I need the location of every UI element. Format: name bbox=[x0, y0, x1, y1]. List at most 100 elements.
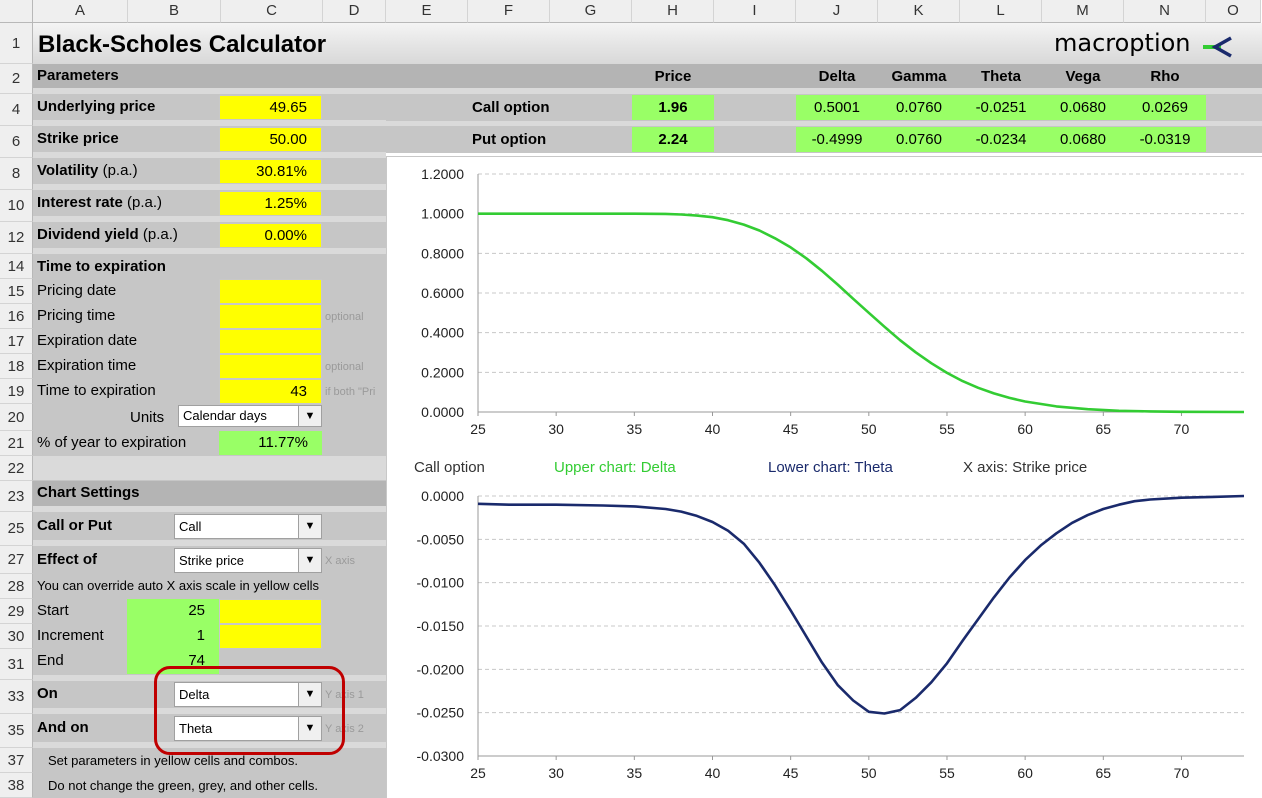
column-header-M[interactable]: M bbox=[1042, 0, 1124, 23]
vega-header: Vega bbox=[1065, 68, 1101, 85]
column-header-K[interactable]: K bbox=[878, 0, 960, 23]
select-all-corner[interactable] bbox=[0, 0, 33, 23]
expiration-time-label: Expiration time bbox=[37, 357, 137, 374]
y-tick-label: 0.4000 bbox=[421, 325, 464, 341]
upper-delta-chart[interactable]: 0.0000 0.2000 0.4000 0.6000 0.8000 1.0000 1.20… bbox=[386, 156, 1262, 456]
call-option-label: Call option bbox=[472, 99, 550, 116]
x-tick-label: 30 bbox=[548, 765, 564, 781]
row-header-6[interactable]: 6 bbox=[0, 126, 33, 158]
column-header-B[interactable]: B bbox=[128, 0, 221, 23]
column-header-A[interactable]: A bbox=[33, 0, 128, 23]
row-header-12[interactable]: 12 bbox=[0, 222, 33, 254]
row-header-8[interactable]: 8 bbox=[0, 158, 33, 190]
row-header-28[interactable]: 28 bbox=[0, 574, 33, 599]
dividend-yield-input[interactable]: 0.00% bbox=[219, 223, 322, 248]
interest-rate-label: Interest rate (p.a.) bbox=[37, 194, 163, 211]
call-or-put-select[interactable]: Call ▼ bbox=[174, 514, 322, 539]
column-header-O[interactable]: O bbox=[1206, 0, 1261, 23]
series-line bbox=[478, 212, 1245, 414]
row-header-35[interactable]: 35 bbox=[0, 714, 33, 748]
row-header-19[interactable]: 19 bbox=[0, 379, 33, 404]
pct-year-value: 11.77% bbox=[219, 431, 322, 455]
row-header-23[interactable]: 23 bbox=[0, 481, 33, 512]
row-header-14[interactable]: 14 bbox=[0, 254, 33, 279]
volatility-label: Volatility (p.a.) bbox=[37, 162, 138, 179]
interest-rate-input[interactable]: 1.25% bbox=[219, 191, 322, 216]
x-tick-label: 65 bbox=[1096, 421, 1112, 437]
lower-theta-chart[interactable]: -0.0300 -0.0250 -0.0200 -0.0150 -0.0100 -0.00… bbox=[386, 480, 1262, 798]
y-tick-label: -0.0100 bbox=[417, 575, 465, 591]
row-header-38[interactable]: 38 bbox=[0, 773, 33, 798]
row-header-27[interactable]: 27 bbox=[0, 546, 33, 574]
row-header-18[interactable]: 18 bbox=[0, 354, 33, 379]
expiration-date-input[interactable] bbox=[219, 329, 322, 354]
y-tick-label: -0.0300 bbox=[417, 748, 465, 764]
strike-input[interactable]: 50.00 bbox=[219, 127, 322, 152]
call-price: 1.96 bbox=[632, 95, 714, 120]
put-vega: 0.0680 bbox=[1042, 127, 1124, 152]
row-header-1[interactable]: 1 bbox=[0, 23, 33, 64]
x-tick-label: 55 bbox=[939, 421, 955, 437]
column-header-L[interactable]: L bbox=[960, 0, 1042, 23]
units-select[interactable]: Calendar days ▼ bbox=[178, 405, 322, 427]
column-header-H[interactable]: H bbox=[632, 0, 714, 23]
row-header-16[interactable]: 16 bbox=[0, 304, 33, 329]
call-or-put-label: Call or Put bbox=[37, 517, 113, 534]
pricing-time-input[interactable] bbox=[219, 304, 322, 329]
column-header-F[interactable]: F bbox=[468, 0, 550, 23]
increment-override-input[interactable] bbox=[219, 624, 322, 649]
pct-year-label: % of year to expiration bbox=[37, 434, 187, 451]
logo-arrow-icon bbox=[1202, 36, 1232, 58]
row-header-33[interactable]: 33 bbox=[0, 680, 33, 714]
start-override-input[interactable] bbox=[219, 599, 322, 624]
underlying-input[interactable]: 49.65 bbox=[219, 95, 322, 120]
put-option-label: Put option bbox=[472, 131, 547, 148]
row-header-37[interactable]: 37 bbox=[0, 748, 33, 773]
row-header-20[interactable]: 20 bbox=[0, 404, 33, 431]
separator bbox=[33, 248, 386, 254]
volatility-input[interactable]: 30.81% bbox=[219, 159, 322, 184]
effect-of-select[interactable]: Strike price ▼ bbox=[174, 548, 322, 573]
column-header-E[interactable]: E bbox=[386, 0, 468, 23]
put-delta: -0.4999 bbox=[796, 127, 878, 152]
column-header-I[interactable]: I bbox=[714, 0, 796, 23]
y-tick-label: 0.8000 bbox=[421, 245, 464, 261]
chart-caption-xaxis: X axis: Strike price bbox=[963, 459, 1088, 476]
call-vega: 0.0680 bbox=[1042, 95, 1124, 120]
column-header-D[interactable]: D bbox=[323, 0, 386, 23]
row-header-30[interactable]: 30 bbox=[0, 624, 33, 649]
y-tick-label: -0.0050 bbox=[417, 531, 465, 547]
row-header-29[interactable]: 29 bbox=[0, 599, 33, 624]
row-header-4[interactable]: 4 bbox=[0, 94, 33, 126]
macroption-logo: macroption bbox=[1054, 27, 1235, 59]
y-tick-label: 0.2000 bbox=[421, 364, 464, 380]
y-tick-label: -0.0250 bbox=[417, 705, 465, 721]
pricing-date-input[interactable] bbox=[219, 279, 322, 304]
tte-label: Time to expiration bbox=[37, 382, 156, 399]
chevron-down-icon[interactable]: ▼ bbox=[298, 406, 321, 426]
chart-settings-header: Chart Settings bbox=[33, 481, 386, 506]
row-header-21[interactable]: 21 bbox=[0, 431, 33, 456]
x-tick-label: 45 bbox=[783, 421, 799, 437]
row-header-25[interactable]: 25 bbox=[0, 512, 33, 546]
y-tick-label: 0.0000 bbox=[421, 488, 464, 504]
x-tick-label: 30 bbox=[548, 421, 564, 437]
row-header-2[interactable]: 2 bbox=[0, 64, 33, 94]
chevron-down-icon[interactable]: ▼ bbox=[298, 515, 321, 538]
column-header-G[interactable]: G bbox=[550, 0, 632, 23]
tte-input[interactable]: 43 bbox=[219, 379, 322, 404]
increment-label: Increment bbox=[37, 627, 104, 644]
expiration-time-input[interactable] bbox=[219, 354, 322, 379]
chevron-down-icon[interactable]: ▼ bbox=[298, 549, 321, 572]
column-header-C[interactable]: C bbox=[221, 0, 323, 23]
column-header-J[interactable]: J bbox=[796, 0, 878, 23]
row-header-31[interactable]: 31 bbox=[0, 649, 33, 680]
separator bbox=[33, 506, 386, 512]
row-header-17[interactable]: 17 bbox=[0, 329, 33, 354]
row-header-22[interactable]: 22 bbox=[0, 456, 33, 481]
column-header-N[interactable]: N bbox=[1124, 0, 1206, 23]
parameters-header: Parameters bbox=[33, 64, 386, 88]
row-header-10[interactable]: 10 bbox=[0, 190, 33, 222]
call-rho: 0.0269 bbox=[1124, 95, 1206, 120]
row-header-15[interactable]: 15 bbox=[0, 279, 33, 304]
